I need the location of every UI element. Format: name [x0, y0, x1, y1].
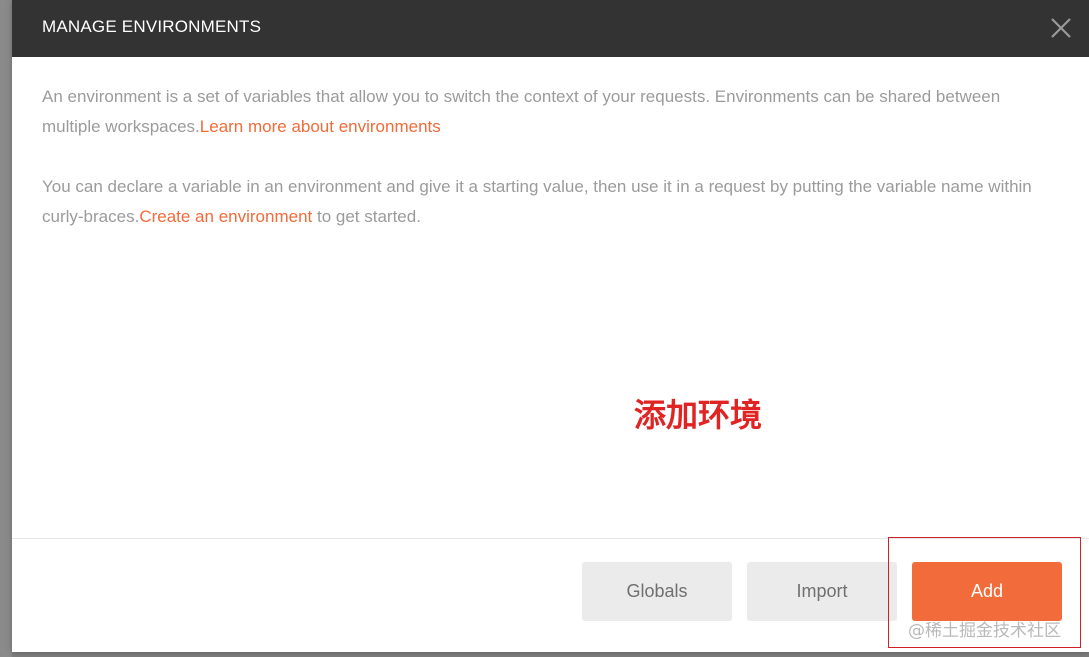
import-button[interactable]: Import [747, 562, 897, 621]
manage-environments-modal: MANAGE ENVIRONMENTS An environment is a … [12, 0, 1089, 652]
add-button[interactable]: Add [912, 562, 1062, 621]
background-app-strip [0, 0, 12, 657]
environment-description: An environment is a set of variables tha… [42, 82, 1052, 142]
globals-button[interactable]: Globals [582, 562, 732, 621]
environment-description-text: An environment is a set of variables tha… [42, 87, 1001, 136]
watermark: @稀土掘金技术社区 [908, 621, 1061, 641]
add-environment-annotation: 添加环境 [634, 396, 763, 434]
close-icon[interactable] [1047, 14, 1075, 42]
modal-body: An environment is a set of variables tha… [42, 82, 1052, 262]
footer-divider [12, 538, 1089, 539]
modal-header: MANAGE ENVIRONMENTS [12, 0, 1089, 57]
variable-description: You can declare a variable in an environ… [42, 172, 1052, 232]
create-environment-link[interactable]: Create an environment [139, 207, 312, 226]
learn-more-link[interactable]: Learn more about environments [200, 117, 441, 136]
variable-description-suffix: to get started. [312, 207, 421, 226]
modal-title: MANAGE ENVIRONMENTS [42, 17, 262, 36]
